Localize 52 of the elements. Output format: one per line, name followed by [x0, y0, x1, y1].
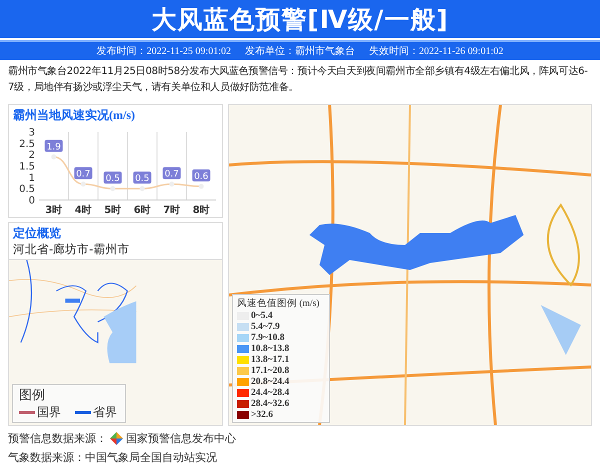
source-label: 气象数据来源： [8, 450, 85, 465]
warning-description: 霸州市气象台2022年11月25日08时58分发布大风蓝色预警信号：预计今天白天到夜间霸州市全部乡镇有4级左右偏北风，阵风可达6-7级，局地伴有扬沙或浮尘天气，请有关单位和人员做好防范准备。 [8, 64, 589, 95]
info-text: 失效时间：2022-11-26 09:01:02 [369, 44, 504, 58]
legend-label: >32.6 [251, 410, 274, 420]
axis-label: 8时 [192, 205, 210, 215]
value-label: 1.9 [44, 140, 62, 152]
source-label: 预警信息数据来源： [8, 431, 107, 446]
legend-label: 17.1~20.8 [251, 366, 290, 376]
data-point [198, 184, 204, 189]
axis-label: 3 [28, 128, 34, 138]
axis-label: 3时 [44, 205, 62, 215]
axis-label: 0 [28, 196, 34, 206]
page-title: 大风蓝色预警[Ⅳ级/一般] [151, 4, 449, 36]
legend-label: 13.8~17.1 [251, 355, 290, 365]
axis-label: 1.5 [18, 162, 34, 172]
diamond-logo-icon [110, 432, 123, 445]
legend-item: 省界 [75, 404, 117, 421]
legend-label: 28.4~32.6 [251, 399, 290, 409]
panel-title: 霸州当地风速实况(m/s) [12, 107, 136, 124]
axis-label: 6时 [133, 205, 150, 215]
value-label: 0.5 [132, 172, 151, 184]
region-path: 河北省-廊坊市-霸州市 [12, 242, 130, 258]
axis-label: 4时 [74, 205, 92, 215]
legend-item: 国界 [19, 404, 61, 421]
legend-title: 风速色值图例 (m/s) [237, 297, 320, 310]
legend-title: 图例 [19, 387, 46, 404]
value-label: 0.7 [74, 167, 92, 180]
axis-label: 5时 [104, 205, 121, 215]
axis-label: 0.5 [18, 184, 34, 196]
source-name: 国家预警信息发布中心 [126, 431, 236, 446]
data-point [50, 154, 56, 160]
axis-label: 7时 [162, 205, 180, 215]
panel-title: 定位概览 [12, 225, 62, 242]
value-label: 0.6 [192, 169, 210, 182]
axis-label: 1 [28, 172, 34, 184]
info-text: 发布时间：2022-11-25 09:01:02 [96, 44, 231, 58]
data-point [139, 186, 144, 192]
legend-label: 0~5.4 [251, 311, 273, 321]
legend-label: 10.8~13.8 [251, 344, 290, 354]
value-label: 0.5 [103, 172, 122, 184]
data-point [168, 182, 174, 187]
legend-label: 24.4~28.4 [251, 388, 290, 398]
legend-label: 20.8~24.4 [251, 377, 290, 387]
axis-label: 2.5 [18, 138, 34, 150]
source-name: 中国气象局全国自动站实况 [85, 450, 217, 465]
data-point [110, 186, 115, 192]
legend-label: 5.4~7.9 [251, 322, 280, 332]
value-label: 0.7 [162, 167, 180, 180]
axis-label: 2 [28, 150, 34, 162]
data-point [80, 182, 86, 187]
info-text: 发布单位：霸州市气象台 [245, 44, 355, 58]
legend-label: 7.9~10.8 [251, 333, 284, 343]
